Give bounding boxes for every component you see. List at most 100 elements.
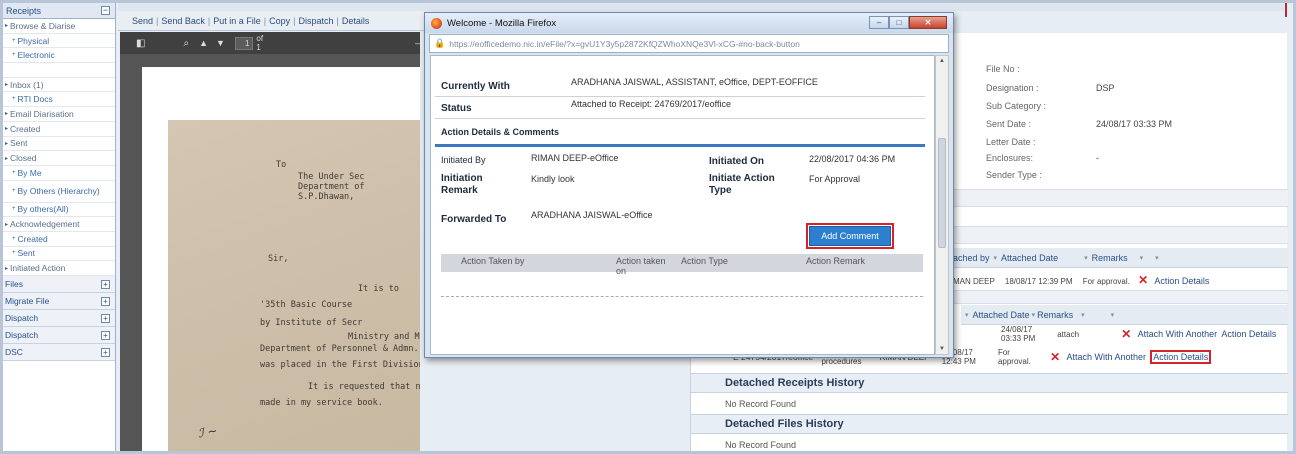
- sidebar-group[interactable]: Files +: [3, 276, 115, 293]
- attached-remark: attach: [1057, 329, 1080, 339]
- sidebar-item-label: Sent: [10, 138, 28, 149]
- filter-icon[interactable]: ▾: [1081, 311, 1085, 319]
- maximize-icon[interactable]: □: [889, 16, 909, 29]
- initiate-action-type-value: For Approval: [809, 174, 861, 184]
- section-divider: [435, 144, 925, 147]
- copy-button[interactable]: Copy: [269, 16, 290, 26]
- attached-date: 18/08/17 12:39 PM: [1004, 277, 1073, 286]
- column-attached-date[interactable]: Attached Date: [973, 310, 1030, 320]
- initiate-action-type-label: Initiate Action Type: [709, 173, 775, 196]
- scroll-up-icon[interactable]: ▲: [939, 58, 945, 64]
- attached-receipt-row: MAN DEEP 18/08/17 12:39 PM For approval.…: [953, 273, 1209, 287]
- expand-icon[interactable]: +: [101, 330, 110, 340]
- sidebar-item-label: Inbox (1): [10, 79, 44, 90]
- sidebar-item[interactable]: ▸ Inbox (1): [3, 78, 115, 93]
- dispatch-button[interactable]: Dispatch: [298, 16, 333, 26]
- sidebar-item-label: Sent: [17, 248, 36, 259]
- sort-icon[interactable]: ▾: [1084, 254, 1088, 262]
- column-attached-by[interactable]: ached by: [953, 253, 990, 263]
- add-comment-button[interactable]: Add Comment: [809, 226, 891, 246]
- sort-icon[interactable]: ▾: [1032, 311, 1036, 319]
- details-button[interactable]: Details: [342, 16, 370, 26]
- sidebar-toggle-icon[interactable]: ◧: [136, 38, 145, 49]
- initiation-remark-value: Kindly look: [531, 174, 575, 184]
- action-details-link[interactable]: Action Details: [1150, 350, 1212, 364]
- expand-icon[interactable]: +: [101, 279, 110, 289]
- sort-icon[interactable]: ▾: [965, 311, 969, 319]
- minimize-icon[interactable]: –: [869, 16, 889, 29]
- doc-line: Department of Personnel & Admn. Reforms,…: [260, 344, 420, 354]
- attached-by: MAN DEEP: [953, 277, 995, 286]
- sidebar-item[interactable]: + Sent: [3, 247, 115, 262]
- sidebar-header[interactable]: Receipts −: [3, 3, 115, 19]
- column-action-type: Action Type: [681, 256, 728, 266]
- popup-scrollbar[interactable]: ▲ ▼: [935, 55, 949, 355]
- filter-icon[interactable]: ▾: [1111, 311, 1115, 319]
- filter-icon[interactable]: ▾: [1140, 254, 1144, 262]
- sidebar-item-label: By Others (Hierarchy): [17, 185, 100, 196]
- doc-line: S.P.Dhawan,: [298, 192, 355, 202]
- page-number-input[interactable]: 1: [234, 36, 254, 50]
- remove-icon[interactable]: ✕: [1050, 350, 1060, 364]
- initiated-by-value: RIMAN DEEP-eOffice: [531, 153, 619, 163]
- bullet-icon: ▸: [5, 23, 9, 30]
- column-attached-date[interactable]: Attached Date: [1001, 253, 1058, 263]
- send-back-button[interactable]: Send Back: [161, 16, 205, 26]
- table-end-divider: [441, 296, 923, 297]
- search-icon[interactable]: ⌕: [183, 38, 189, 49]
- action-details-link[interactable]: Action Details: [1154, 276, 1209, 286]
- column-action-taken-by: Action Taken by: [461, 256, 525, 266]
- remove-icon[interactable]: ✕: [1121, 327, 1131, 341]
- sidebar-group[interactable]: Dispatch +: [3, 327, 115, 344]
- detached-receipts-empty: No Record Found: [725, 399, 797, 409]
- scroll-thumb[interactable]: [938, 138, 946, 248]
- sidebar-item[interactable]: ▸ Acknowledgement: [3, 217, 115, 232]
- send-button[interactable]: Send: [132, 16, 153, 26]
- column-remarks[interactable]: Remarks: [1037, 310, 1073, 320]
- file-no-label: File No :: [986, 64, 1020, 74]
- designation-label: Designation :: [986, 83, 1039, 93]
- sidebar-item[interactable]: + Physical: [3, 34, 115, 49]
- filter-icon[interactable]: ▾: [1155, 254, 1159, 262]
- sidebar-item[interactable]: ▸ Created: [3, 122, 115, 137]
- sidebar-item-label: Initiated Action: [10, 263, 66, 274]
- popup-titlebar[interactable]: Welcome - Mozilla Firefox – □ ✕: [425, 13, 953, 33]
- expand-icon[interactable]: +: [101, 347, 110, 357]
- doc-line: was placed in the First Division.: [260, 360, 420, 370]
- firefox-icon: [431, 17, 442, 29]
- sidebar-item[interactable]: ▸ Closed: [3, 151, 115, 166]
- column-remarks[interactable]: Remarks: [1092, 253, 1128, 263]
- sidebar-item[interactable]: ▸ Email Diarisation: [3, 107, 115, 122]
- enclosures-label: Enclosures:: [986, 153, 1034, 163]
- sidebar-item[interactable]: ▸ Sent: [3, 137, 115, 152]
- url-bar[interactable]: 🔒 https://eofficedemo.nic.in/eFile/?x=gv…: [429, 34, 949, 53]
- sidebar-item[interactable]: + RTI Docs: [3, 92, 115, 108]
- sidebar-item[interactable]: ▸ Initiated Action: [3, 261, 115, 276]
- sidebar-item[interactable]: + Electronic: [3, 48, 115, 64]
- currently-with-label: Currently With: [441, 81, 510, 92]
- action-details-link[interactable]: Action Details: [1221, 329, 1276, 339]
- sidebar-item[interactable]: + By others(All): [3, 203, 115, 218]
- expand-icon[interactable]: +: [101, 296, 110, 306]
- attach-with-another-link[interactable]: Attach With Another: [1066, 352, 1146, 362]
- sidebar-item[interactable]: ▸ Browse & Diarise: [3, 19, 115, 34]
- zoom-out-icon[interactable]: –: [415, 38, 420, 48]
- bullet-icon: +: [12, 96, 16, 103]
- expand-icon[interactable]: +: [101, 313, 110, 323]
- sidebar-group[interactable]: Migrate File +: [3, 293, 115, 310]
- sort-icon[interactable]: ▾: [994, 254, 998, 262]
- close-icon[interactable]: ✕: [909, 16, 947, 29]
- remove-icon[interactable]: ✕: [1138, 273, 1148, 287]
- sidebar-item-label: Acknowledgement: [10, 219, 80, 230]
- attach-with-another-link[interactable]: Attach With Another: [1138, 329, 1218, 339]
- put-in-file-button[interactable]: Put in a File: [213, 16, 261, 26]
- sidebar-item[interactable]: + Created: [3, 232, 115, 247]
- next-page-icon[interactable]: ▼: [216, 38, 225, 48]
- prev-page-icon[interactable]: ▲: [199, 38, 208, 48]
- scroll-down-icon[interactable]: ▼: [939, 346, 945, 352]
- sidebar-item[interactable]: + By Me: [3, 166, 115, 181]
- sidebar-item[interactable]: + By Others (Hierarchy): [3, 181, 115, 203]
- sidebar-group[interactable]: DSC +: [3, 344, 115, 361]
- sidebar-group[interactable]: Dispatch +: [3, 310, 115, 327]
- collapse-icon[interactable]: −: [101, 6, 110, 15]
